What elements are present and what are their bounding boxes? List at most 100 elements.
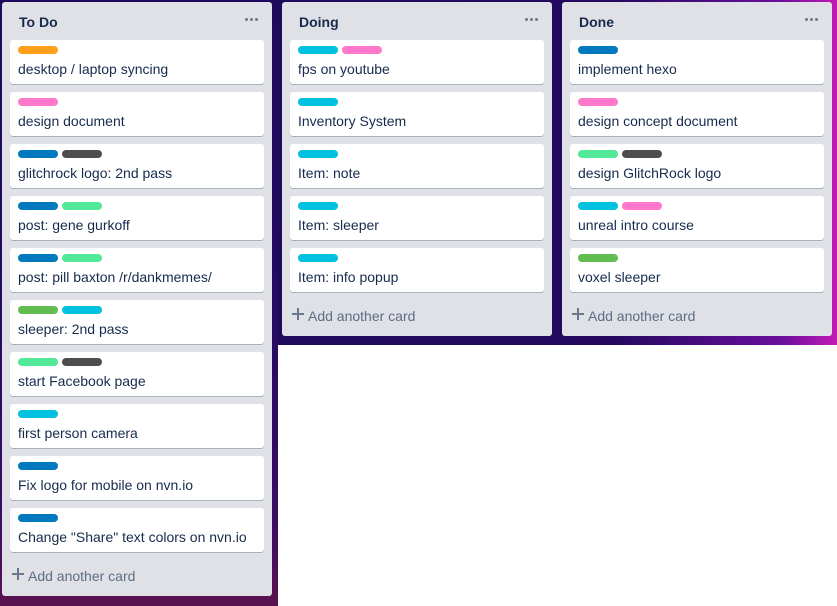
card-labels: [18, 254, 102, 262]
card-labels: [18, 150, 102, 158]
label-blue: [18, 514, 58, 522]
card-labels: [18, 514, 58, 522]
label-blue: [18, 150, 58, 158]
card[interactable]: Fix logo for mobile on nvn.io: [10, 456, 264, 500]
card[interactable]: post: pill baxton /r/dankmemes/: [10, 248, 264, 292]
add-card-button[interactable]: Add another card: [6, 560, 268, 592]
list-header: To Do: [2, 2, 272, 40]
card-labels: [18, 202, 102, 210]
card[interactable]: post: gene gurkoff: [10, 196, 264, 240]
list-title[interactable]: To Do: [19, 14, 58, 30]
label-pink: [578, 98, 618, 106]
card-title: post: gene gurkoff: [18, 217, 130, 233]
card[interactable]: design GlitchRock logo: [570, 144, 824, 188]
card[interactable]: first person camera: [10, 404, 264, 448]
card[interactable]: Item: note: [290, 144, 544, 188]
list-menu-button[interactable]: [804, 11, 820, 27]
card-title: Item: info popup: [298, 269, 399, 285]
list-title[interactable]: Done: [579, 14, 614, 30]
card[interactable]: Item: info popup: [290, 248, 544, 292]
card[interactable]: desktop / laptop syncing: [10, 40, 264, 84]
add-card-label: Add another card: [308, 308, 416, 324]
label-sky: [298, 46, 338, 54]
label-blue: [18, 462, 58, 470]
card-labels: [298, 46, 382, 54]
card-title: design GlitchRock logo: [578, 165, 722, 181]
add-card-label: Add another card: [588, 308, 696, 324]
label-orange: [18, 46, 58, 54]
add-card-button[interactable]: Add another card: [286, 300, 548, 332]
card-labels: [578, 254, 618, 262]
label-green: [578, 254, 618, 262]
list-title[interactable]: Doing: [299, 14, 339, 30]
card[interactable]: unreal intro course: [570, 196, 824, 240]
list-menu-button[interactable]: [244, 11, 260, 27]
ellipsis-icon: [244, 11, 260, 27]
label-sky: [298, 98, 338, 106]
card[interactable]: sleeper: 2nd pass: [10, 300, 264, 344]
card-title: design concept document: [578, 113, 738, 129]
card-title: Change "Share" text colors on nvn.io: [18, 529, 247, 545]
card-labels: [298, 98, 338, 106]
card-title: sleeper: 2nd pass: [18, 321, 129, 337]
card-title: post: pill baxton /r/dankmemes/: [18, 269, 212, 285]
label-lime: [62, 254, 102, 262]
label-blue: [18, 254, 58, 262]
card-title: Item: sleeper: [298, 217, 379, 233]
label-black: [62, 358, 102, 366]
label-black: [62, 150, 102, 158]
card-labels: [578, 46, 618, 54]
card-labels: [578, 98, 618, 106]
list-menu-button[interactable]: [524, 11, 540, 27]
card-title: start Facebook page: [18, 373, 146, 389]
card-title: Inventory System: [298, 113, 407, 129]
card[interactable]: Item: sleeper: [290, 196, 544, 240]
list-doing: Doing fps on youtube Inventory System Item:…: [282, 2, 552, 336]
card-labels: [298, 254, 338, 262]
ellipsis-icon: [524, 11, 540, 27]
label-lime: [62, 202, 102, 210]
card[interactable]: design concept document: [570, 92, 824, 136]
label-pink: [622, 202, 662, 210]
card[interactable]: voxel sleeper: [570, 248, 824, 292]
card-labels: [18, 462, 58, 470]
plus-icon: [11, 567, 25, 581]
label-lime: [18, 358, 58, 366]
card-title: desktop / laptop syncing: [18, 61, 169, 77]
ellipsis-icon: [804, 11, 820, 27]
list-header: Done: [562, 2, 832, 40]
add-card-button[interactable]: Add another card: [566, 300, 828, 332]
card-labels: [18, 98, 58, 106]
label-green: [18, 306, 58, 314]
label-sky: [62, 306, 102, 314]
card[interactable]: fps on youtube: [290, 40, 544, 84]
card[interactable]: design document: [10, 92, 264, 136]
card-labels: [18, 358, 102, 366]
label-blue: [18, 202, 58, 210]
plus-icon: [291, 307, 305, 321]
card-title: voxel sleeper: [578, 269, 661, 285]
card-labels: [298, 150, 338, 158]
label-sky: [298, 202, 338, 210]
card[interactable]: implement hexo: [570, 40, 824, 84]
label-black: [622, 150, 662, 158]
card[interactable]: start Facebook page: [10, 352, 264, 396]
card-title: first person camera: [18, 425, 138, 441]
card[interactable]: Inventory System: [290, 92, 544, 136]
card-labels: [18, 410, 58, 418]
plus-icon: [571, 307, 585, 321]
card[interactable]: glitchrock logo: 2nd pass: [10, 144, 264, 188]
label-pink: [18, 98, 58, 106]
card-title: implement hexo: [578, 61, 677, 77]
card-labels: [18, 46, 58, 54]
card-title: fps on youtube: [298, 61, 390, 77]
label-lime: [578, 150, 618, 158]
label-blue: [578, 46, 618, 54]
card-labels: [578, 202, 662, 210]
card-title: design document: [18, 113, 125, 129]
card[interactable]: Change "Share" text colors on nvn.io: [10, 508, 264, 552]
card-labels: [18, 306, 102, 314]
list-done: Done implement hexo design concept documen…: [562, 2, 832, 336]
card-title: unreal intro course: [578, 217, 694, 233]
label-sky: [298, 150, 338, 158]
